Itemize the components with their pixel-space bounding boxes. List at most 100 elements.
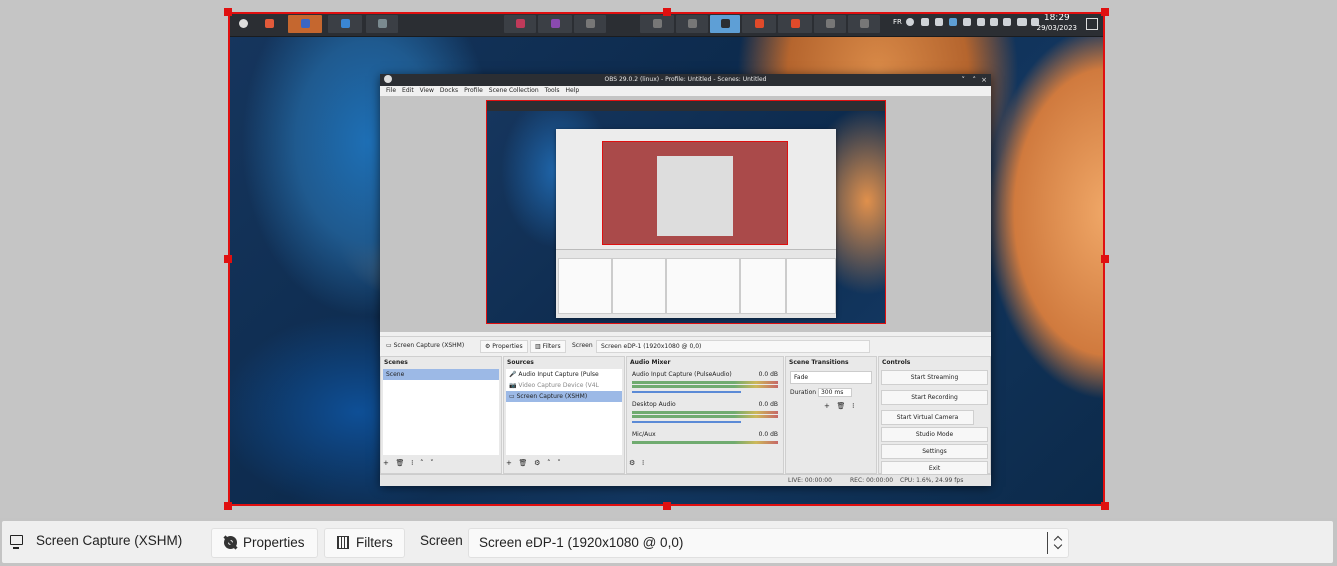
transition-toolbar: + 🗑 ⁞	[824, 402, 855, 410]
resize-handle-top-left[interactable]	[224, 8, 232, 16]
monitor-icon	[10, 535, 23, 549]
taskbar-app-icon	[288, 15, 322, 33]
tray-icon	[990, 18, 998, 26]
resize-handle-top-right[interactable]	[1101, 8, 1109, 16]
start-streaming-button: Start Streaming	[881, 370, 988, 385]
taskbar-window	[574, 15, 606, 33]
audio-mixer-dock: Audio Mixer Audio Input Capture (PulseAu…	[626, 356, 784, 474]
taskbar-window	[848, 15, 880, 33]
recursive-docks	[556, 249, 836, 318]
scene-transitions-dock: Scene Transitions Fade Duration 300 ms +…	[785, 356, 877, 474]
mixer-channel: Audio Input Capture (PulseAudio) 0.0 dB	[632, 371, 778, 378]
clock-time: 18:29	[1043, 13, 1070, 23]
preview-area[interactable]: FR 18:29 29/03/2023 OBS 29.0.2 (linux) -…	[0, 0, 1337, 518]
scenes-title: Scenes	[384, 359, 408, 366]
select-divider	[1047, 532, 1048, 554]
clock: 18:29 29/03/2023	[1037, 13, 1077, 33]
settings-button: Settings	[881, 444, 988, 459]
obs-ctx-screen-label: Screen	[572, 342, 593, 349]
transition-select: Fade	[790, 371, 872, 384]
resize-handle-right[interactable]	[1101, 255, 1109, 263]
obs-ctx-properties: ⚙ Properties	[480, 340, 528, 353]
controls-dock: Controls Start Streaming Start Recording…	[878, 356, 991, 476]
gear-icon	[224, 536, 237, 549]
taskbar-window	[640, 15, 674, 33]
microphone-icon	[1003, 18, 1011, 26]
filters-button[interactable]: Filters	[324, 528, 405, 558]
tray-icon	[906, 18, 914, 26]
mixer-toolbar: ⚙ ⁞	[629, 459, 645, 467]
obs-context-bar: ▭ Screen Capture (XSHM) ⚙ Properties ▥ F…	[380, 336, 991, 353]
screen-select[interactable]: Screen eDP-1 (1920x1080 @ 0,0)	[468, 528, 1069, 558]
resize-handle-bottom[interactable]	[663, 502, 671, 510]
scenes-dock: Scenes Scene + 🗑 ⁞ ˄ ˅	[380, 356, 502, 474]
screen-capture-preview: FR 18:29 29/03/2023 OBS 29.0.2 (linux) -…	[228, 12, 1105, 506]
obs-logo-icon	[384, 75, 392, 83]
taskbar-app-icon	[258, 15, 280, 33]
audio-mixer-title: Audio Mixer	[630, 359, 671, 366]
screen-label: Screen	[420, 533, 463, 548]
resize-handle-left[interactable]	[224, 255, 232, 263]
tray-icon	[935, 18, 943, 26]
maximize-icon: ˄	[972, 76, 977, 84]
obs-docks: Scenes Scene + 🗑 ⁞ ˄ ˅ Sources 🎤 Audio I…	[380, 356, 991, 476]
sources-toolbar: + 🗑 ⚙ ˄ ˅	[506, 459, 561, 467]
start-virtual-camera-button: Start Virtual Camera	[881, 410, 974, 425]
properties-button[interactable]: Properties	[211, 528, 318, 558]
obs-ctx-filters: ▥ Filters	[530, 340, 566, 353]
resize-handle-bottom-left[interactable]	[224, 502, 232, 510]
taskbar-window	[538, 15, 572, 33]
obs-window-capture: OBS 29.0.2 (linux) - Profile: Untitled -…	[380, 74, 991, 486]
studio-mode-button: Studio Mode	[881, 427, 988, 442]
app-launcher-icon	[234, 15, 252, 33]
rec-status: REC: 00:00:00	[850, 477, 894, 484]
obs-preview	[380, 96, 991, 332]
resize-handle-bottom-right[interactable]	[1101, 502, 1109, 510]
filters-label: Filters	[356, 535, 393, 550]
obs-titlebar: OBS 29.0.2 (linux) - Profile: Untitled -…	[380, 74, 991, 86]
mixer-channel: Desktop Audio 0.0 dB	[632, 401, 778, 408]
tray-icon	[921, 18, 929, 26]
minimize-icon: ˅	[961, 76, 966, 84]
recursive-taskbar	[487, 101, 885, 111]
menu-edit: Edit	[402, 87, 414, 94]
taskbar-window-active	[710, 15, 740, 33]
taskbar-window	[814, 15, 846, 33]
menu-view: View	[419, 87, 434, 94]
close-icon: ×	[981, 76, 987, 84]
keyboard-layout: FR	[893, 18, 902, 26]
recursive-preview	[602, 141, 788, 245]
menu-help: Help	[565, 87, 580, 94]
taskbar-app-icon	[366, 15, 398, 33]
menu-tools: Tools	[544, 87, 560, 94]
transitions-title: Scene Transitions	[789, 359, 849, 366]
recursive-obs-window	[556, 129, 836, 318]
bluetooth-icon	[977, 18, 985, 26]
menu-scene-collection: Scene Collection	[488, 87, 539, 94]
obs-statusbar: LIVE: 00:00:00 REC: 00:00:00 CPU: 1.6%, …	[380, 474, 991, 486]
resize-handle-top[interactable]	[663, 8, 671, 16]
taskbar-window	[778, 15, 812, 33]
chevron-updown-icon[interactable]	[1053, 534, 1063, 552]
obs-ctx-source: ▭ Screen Capture (XSHM)	[386, 342, 465, 349]
source-context-bar: Screen Capture (XSHM) Properties Filters…	[0, 518, 1337, 566]
controls-title: Controls	[882, 359, 911, 366]
mixer-channel: Mic/Aux 0.0 dB	[632, 431, 778, 438]
sources-title: Sources	[507, 359, 534, 366]
source-item: ▭ Screen Capture (XSHM)	[506, 391, 622, 402]
taskbar-window	[504, 15, 536, 33]
live-status: LIVE: 00:00:00	[788, 477, 832, 484]
menu-profile: Profile	[464, 87, 483, 94]
wifi-icon	[1017, 18, 1027, 26]
taskbar-window	[742, 15, 776, 33]
transition-duration: Duration 300 ms	[790, 387, 872, 398]
selected-source-name: Screen Capture (XSHM)	[36, 533, 183, 548]
sources-dock: Sources 🎤 Audio Input Capture (Pulse 📷 V…	[503, 356, 625, 474]
recursive-capture	[486, 100, 886, 324]
obs-menubar: File Edit View Docks Profile Scene Collection…	[380, 86, 991, 96]
show-desktop-icon	[1086, 18, 1098, 30]
cpu-status: CPU: 1.6%, 24.99 fps	[900, 477, 964, 484]
screen-select-value: Screen eDP-1 (1920x1080 @ 0,0)	[479, 535, 684, 550]
filter-icon	[337, 536, 349, 549]
scene-item: Scene	[383, 369, 499, 380]
